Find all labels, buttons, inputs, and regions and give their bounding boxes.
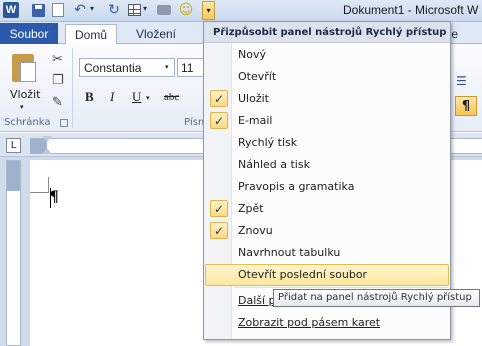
paste-button-label[interactable]: Vložit	[10, 88, 40, 101]
menu-separator	[234, 287, 448, 288]
menu-item-label: Znovu	[238, 224, 273, 237]
bold-button[interactable]: B	[85, 89, 94, 105]
menu-item-label: Uložit	[238, 92, 269, 105]
menu-item-print-preview[interactable]: Náhled a tisk	[205, 154, 449, 176]
menu-item-label: E-mail	[238, 114, 273, 127]
sort-list-icon[interactable]: ☰	[456, 74, 467, 88]
menu-item-draw-table[interactable]: Navrhnout tabulku	[205, 242, 449, 264]
indent-marker-icon[interactable]	[42, 136, 52, 156]
italic-button[interactable]: I	[110, 89, 114, 105]
clipboard-launcher-icon[interactable]	[60, 119, 68, 127]
group-divider	[72, 48, 73, 128]
format-painter-icon[interactable]: ✎	[52, 95, 63, 110]
cut-icon[interactable]: ✂	[52, 52, 63, 67]
menu-item-new[interactable]: Nový	[205, 44, 449, 66]
clipboard-group-label: Schránka	[4, 117, 51, 128]
menu-item-email[interactable]: ✓ E-mail	[205, 110, 449, 132]
margin-crop-mark	[30, 192, 48, 193]
menu-item-label: Otevřít poslední soubor	[238, 268, 368, 281]
qat-customize-dropdown-button[interactable]: ▾	[202, 1, 215, 20]
checkmark-icon: ✓	[210, 90, 228, 107]
text-cursor	[50, 188, 51, 208]
menu-title: Přizpůsobit panel nástrojů Rychlý přístu…	[204, 22, 450, 43]
menu-item-open-recent[interactable]: Otevřít poslední soubor	[205, 264, 449, 286]
smiley-icon[interactable]: ☺	[178, 2, 194, 18]
tab-home[interactable]: Domů	[65, 24, 117, 45]
word-logo-icon[interactable]: W	[3, 2, 19, 18]
underline-dropdown-icon[interactable]: ▾	[146, 94, 150, 102]
menu-item-label: Pravopis a gramatika	[238, 180, 355, 193]
paste-icon[interactable]	[10, 50, 38, 84]
show-formatting-button[interactable]: ¶	[455, 96, 477, 116]
vertical-ruler[interactable]	[6, 160, 21, 346]
menu-item-label: Zpět	[238, 202, 264, 215]
menu-item-undo[interactable]: ✓ Zpět	[205, 198, 449, 220]
menu-item-quick-print[interactable]: Rychlý tisk	[205, 132, 449, 154]
strikethrough-button[interactable]: abc	[164, 91, 179, 103]
tab-file[interactable]: Soubor	[0, 23, 58, 44]
email-icon[interactable]	[50, 2, 66, 18]
save-icon[interactable]	[30, 2, 46, 18]
window-title: Dokument1 - Microsoft W	[343, 3, 479, 17]
menu-item-label: Nový	[238, 48, 266, 61]
table-icon[interactable]	[126, 2, 142, 18]
font-name-field[interactable]: Constantia	[79, 58, 175, 77]
menu-item-label: Náhled a tisk	[238, 158, 310, 171]
print-icon[interactable]	[156, 2, 172, 18]
menu-item-label: Zobrazit pod pásem karet	[238, 316, 381, 329]
menu-item-label: Otevřít	[238, 70, 277, 83]
paste-dropdown-icon[interactable]: ▾	[20, 103, 24, 111]
checkmark-icon: ✓	[210, 200, 228, 217]
paragraph-mark: ¶	[50, 188, 59, 205]
checkmark-icon: ✓	[210, 222, 228, 239]
table-dropdown-icon[interactable]: ▾	[143, 4, 147, 13]
font-name-dropdown-icon[interactable]: ▾	[165, 63, 169, 71]
copy-icon[interactable]: ❐	[52, 73, 64, 88]
checkmark-icon: ✓	[210, 112, 228, 129]
underline-button[interactable]: U	[132, 89, 141, 105]
menu-item-show-below-ribbon[interactable]: Zobrazit pod pásem karet	[205, 312, 449, 334]
menu-item-label: Navrhnout tabulku	[238, 246, 341, 259]
tooltip: Přidat na panel nástrojů Rychlý přístup	[273, 289, 480, 307]
font-size-field[interactable]: 11	[177, 58, 205, 77]
undo-dropdown-icon[interactable]: ▾	[90, 4, 94, 13]
menu-item-spelling[interactable]: Pravopis a gramatika	[205, 176, 449, 198]
menu-item-open[interactable]: Otevřít	[205, 66, 449, 88]
menu-item-label: Další p	[238, 294, 276, 307]
menu-item-redo[interactable]: ✓ Znovu	[205, 220, 449, 242]
tab-insert[interactable]: Vložení	[126, 24, 186, 44]
redo-icon[interactable]: ↻	[106, 2, 122, 18]
menu-item-label: Rychlý tisk	[238, 136, 298, 149]
menu-item-save[interactable]: ✓ Uložit	[205, 88, 449, 110]
tab-stop-selector[interactable]: L	[6, 138, 21, 153]
margin-crop-mark	[48, 177, 49, 193]
undo-icon[interactable]: ↶	[72, 2, 88, 18]
